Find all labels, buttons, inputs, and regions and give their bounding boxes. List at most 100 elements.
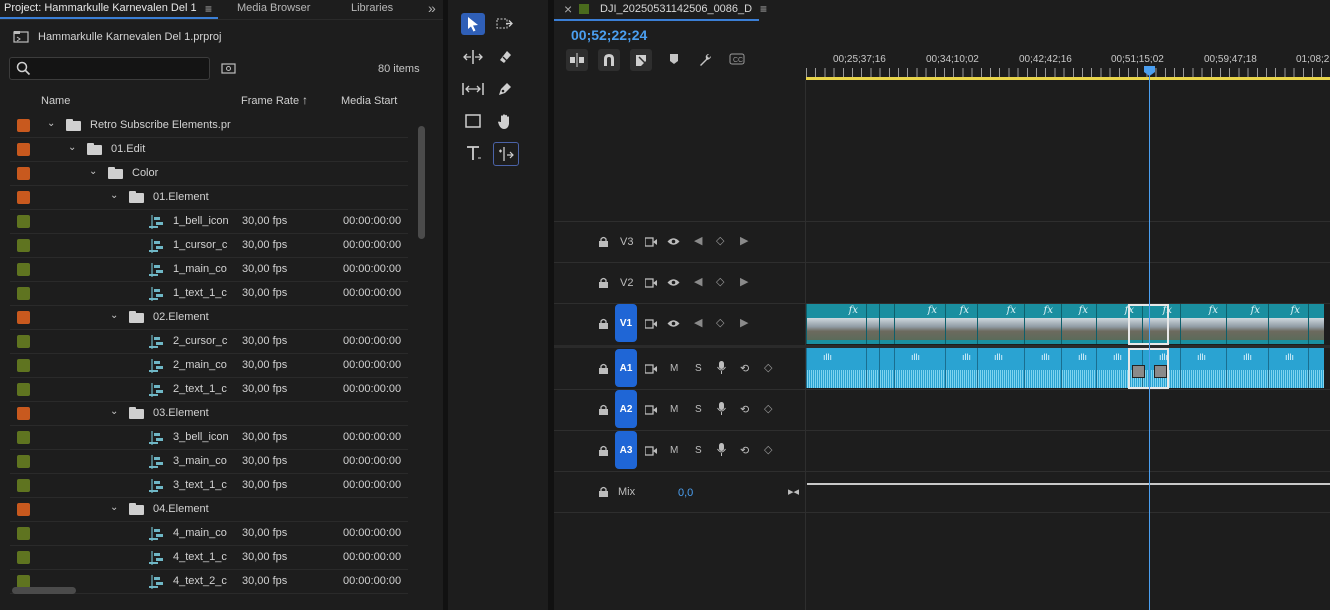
audio-clip[interactable] bbox=[866, 348, 879, 388]
bin-row[interactable]: ⌄ 04.Element bbox=[0, 498, 408, 522]
label-color-swatch[interactable] bbox=[17, 119, 30, 132]
sequence-row[interactable]: 1_text_1_c 30,00 fps 00:00:00:00 bbox=[0, 282, 408, 306]
video-clip[interactable]: fx bbox=[806, 304, 866, 344]
v3-lock-icon[interactable] bbox=[598, 236, 609, 251]
bin-row[interactable]: ⌄ 02.Element bbox=[0, 306, 408, 330]
v1-sync-lock-icon[interactable] bbox=[644, 319, 657, 332]
mix-go-to-end-icon[interactable]: ▸◂ bbox=[788, 485, 799, 498]
bin-row[interactable]: ⌄ Retro Subscribe Elements.pr bbox=[0, 114, 408, 138]
mix-volume-value[interactable]: 0,0 bbox=[678, 487, 693, 499]
video-clip[interactable] bbox=[1308, 304, 1324, 344]
nest-toggle-icon[interactable] bbox=[566, 49, 588, 71]
bin-row[interactable]: ⌄ 03.Element bbox=[0, 402, 408, 426]
search-input[interactable] bbox=[9, 57, 210, 80]
video-clip[interactable] bbox=[866, 304, 879, 344]
a1-keyframe-icon[interactable]: ⟲ bbox=[740, 362, 749, 375]
fx-badge[interactable]: fx bbox=[1291, 305, 1300, 316]
ripple-edit-tool-icon[interactable] bbox=[461, 46, 485, 68]
video-clip[interactable]: fx bbox=[1226, 304, 1268, 344]
mix-volume-line[interactable] bbox=[807, 483, 1330, 485]
sequence-row[interactable]: 4_main_co 30,00 fps 00:00:00:00 bbox=[0, 522, 408, 546]
sequence-row[interactable]: 1_cursor_c 30,00 fps 00:00:00:00 bbox=[0, 234, 408, 258]
a1-voiceover-mic-icon[interactable] bbox=[717, 361, 726, 377]
sequence-row[interactable]: 3_bell_icon 30,00 fps 00:00:00:00 bbox=[0, 426, 408, 450]
audio-clip[interactable]: ıllı bbox=[894, 348, 945, 388]
selection-tool-icon[interactable] bbox=[461, 13, 485, 35]
a2-add-keyframe-icon[interactable]: ◇ bbox=[764, 402, 772, 415]
rectangle-tool-icon[interactable] bbox=[461, 110, 485, 132]
tab-media-browser[interactable]: Media Browser bbox=[237, 2, 310, 14]
v3-next-keyframe-icon[interactable]: ▶ bbox=[740, 234, 748, 247]
column-media-start[interactable]: Media Start bbox=[341, 95, 397, 107]
a1-mute-button[interactable]: M bbox=[670, 363, 678, 374]
v2-track-label[interactable]: V2 bbox=[620, 277, 633, 289]
v2-prev-keyframe-icon[interactable]: ◀ bbox=[694, 275, 702, 288]
audio-clip[interactable]: ıllı bbox=[1226, 348, 1268, 388]
v1-lock-icon[interactable] bbox=[598, 318, 609, 333]
label-color-swatch[interactable] bbox=[17, 287, 30, 300]
add-marker-icon[interactable] bbox=[669, 53, 679, 68]
a1-solo-button[interactable]: S bbox=[695, 363, 702, 374]
a2-solo-button[interactable]: S bbox=[695, 404, 702, 415]
audio-transition-icon[interactable] bbox=[1154, 365, 1167, 378]
sequence-row[interactable]: 1_bell_icon 30,00 fps 00:00:00:00 bbox=[0, 210, 408, 234]
audio-clip[interactable]: ıllı bbox=[1024, 348, 1061, 388]
video-clip[interactable]: fx bbox=[1061, 304, 1096, 344]
label-color-swatch[interactable] bbox=[17, 167, 30, 180]
expand-chevron-icon[interactable]: ⌄ bbox=[68, 142, 76, 153]
label-color-swatch[interactable] bbox=[17, 479, 30, 492]
audio-transition-icon[interactable] bbox=[1132, 365, 1145, 378]
expand-chevron-icon[interactable]: ⌄ bbox=[110, 502, 118, 513]
label-color-swatch[interactable] bbox=[17, 407, 30, 420]
panel-menu-icon[interactable]: ≡ bbox=[205, 2, 212, 16]
a3-add-keyframe-icon[interactable]: ◇ bbox=[764, 443, 772, 456]
fx-badge[interactable]: fx bbox=[1007, 305, 1016, 316]
v2-next-keyframe-icon[interactable]: ▶ bbox=[740, 275, 748, 288]
a2-mute-button[interactable]: M bbox=[670, 404, 678, 415]
label-color-swatch[interactable] bbox=[17, 431, 30, 444]
label-color-swatch[interactable] bbox=[17, 455, 30, 468]
expand-chevron-icon[interactable]: ⌄ bbox=[110, 190, 118, 201]
v1-prev-keyframe-icon[interactable]: ◀ bbox=[694, 316, 702, 329]
a1-sync-lock-icon[interactable] bbox=[644, 364, 657, 377]
video-clip[interactable]: fx bbox=[894, 304, 945, 344]
sequence-row[interactable]: 2_cursor_c 30,00 fps 00:00:00:00 bbox=[0, 330, 408, 354]
horizontal-scrollbar[interactable] bbox=[12, 587, 76, 594]
mix-lock-icon[interactable] bbox=[598, 486, 609, 498]
audio-clip[interactable]: ıllı bbox=[806, 348, 866, 388]
video-clip[interactable]: fx bbox=[945, 304, 977, 344]
label-color-swatch[interactable] bbox=[17, 503, 30, 516]
audio-clip[interactable]: ıllı bbox=[1180, 348, 1226, 388]
v2-eye-icon[interactable] bbox=[667, 278, 680, 290]
v1-eye-icon[interactable] bbox=[667, 319, 680, 331]
slip-tool-icon[interactable] bbox=[461, 78, 485, 100]
label-color-swatch[interactable] bbox=[17, 143, 30, 156]
a3-sync-lock-icon[interactable] bbox=[644, 446, 657, 459]
sequence-row[interactable]: 2_main_co 30,00 fps 00:00:00:00 bbox=[0, 354, 408, 378]
a1-add-keyframe-icon[interactable]: ◇ bbox=[764, 361, 772, 374]
hand-tool-icon[interactable] bbox=[493, 110, 517, 132]
v2-sync-lock-icon[interactable] bbox=[644, 278, 657, 291]
a1-lock-icon[interactable] bbox=[598, 363, 609, 378]
new-search-bin-icon[interactable] bbox=[221, 62, 236, 74]
v2-lock-icon[interactable] bbox=[598, 277, 609, 292]
tab-libraries[interactable]: Libraries bbox=[351, 2, 393, 14]
expand-chevron-icon[interactable]: ⌄ bbox=[110, 310, 118, 321]
sequence-row[interactable]: 3_text_1_c 30,00 fps 00:00:00:00 bbox=[0, 474, 408, 498]
sort-ascending-icon[interactable]: ↑ bbox=[302, 93, 308, 107]
playhead-line[interactable] bbox=[1149, 74, 1150, 610]
label-color-swatch[interactable] bbox=[17, 551, 30, 564]
more-tabs-icon[interactable]: » bbox=[428, 0, 436, 16]
fx-badge[interactable]: fx bbox=[1251, 305, 1260, 316]
sequence-tab-title[interactable]: DJI_20250531142506_0086_D bbox=[600, 3, 752, 15]
a2-keyframe-icon[interactable]: ⟲ bbox=[740, 403, 749, 416]
expand-chevron-icon[interactable]: ⌄ bbox=[110, 406, 118, 417]
label-color-swatch[interactable] bbox=[17, 191, 30, 204]
column-frame-rate[interactable]: Frame Rate bbox=[241, 95, 299, 107]
a2-lock-icon[interactable] bbox=[598, 404, 609, 419]
playhead-timecode[interactable]: 00;52;22;24 bbox=[571, 27, 647, 43]
a2-source-patch[interactable]: A2 bbox=[615, 390, 637, 428]
label-color-swatch[interactable] bbox=[17, 263, 30, 276]
expand-chevron-icon[interactable]: ⌄ bbox=[89, 166, 97, 177]
close-sequence-icon[interactable]: × bbox=[564, 1, 572, 17]
